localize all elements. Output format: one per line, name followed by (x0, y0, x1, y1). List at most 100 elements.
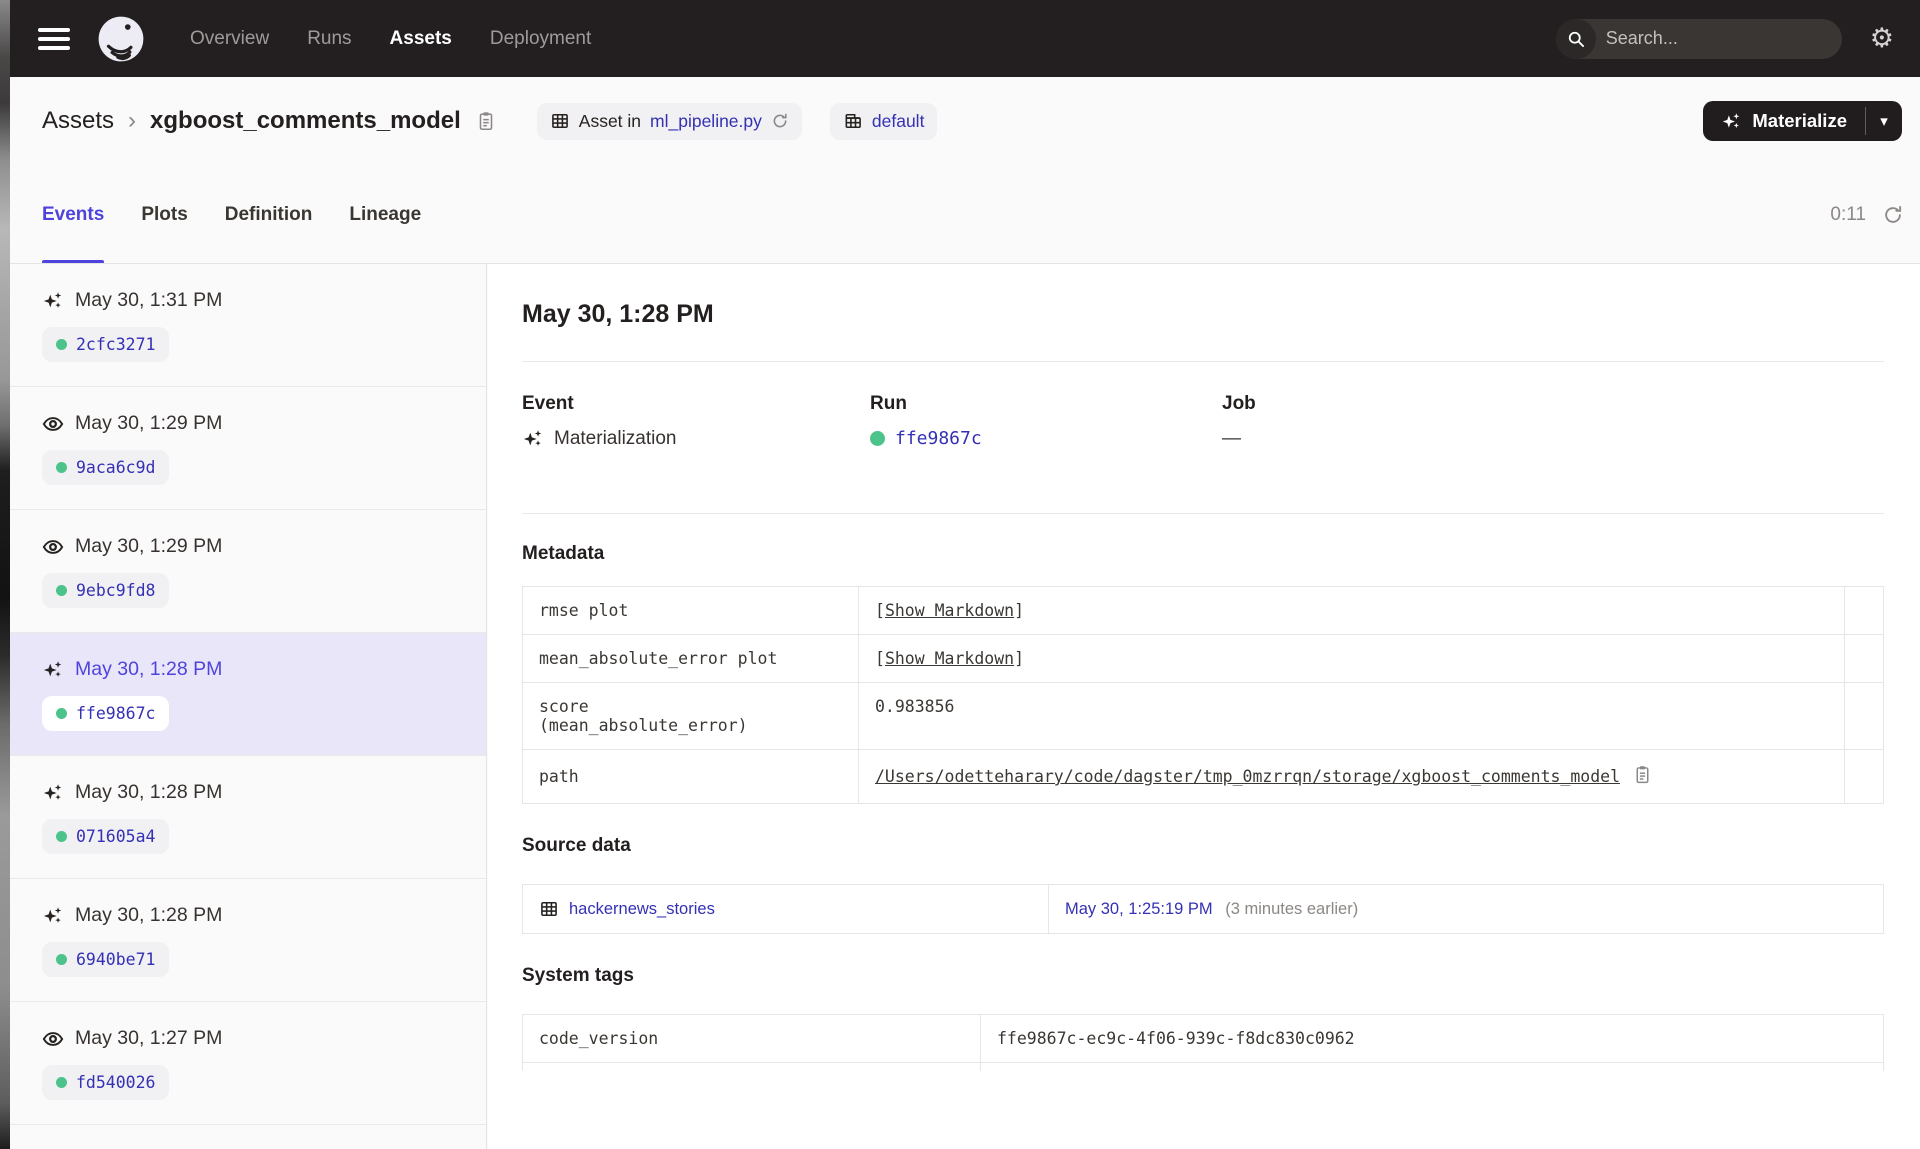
table-row: score (mean_absolute_error) 0.983856 (522, 682, 1884, 750)
run-id: 2cfc3271 (76, 335, 156, 354)
tab-plots[interactable]: Plots (141, 165, 187, 264)
table-row: mean_absolute_error plot [Show Markdown] (522, 634, 1884, 683)
run-id-badge[interactable]: 6940be71 (42, 942, 170, 977)
dagster-logo-icon[interactable] (96, 14, 146, 64)
run-id: ffe9867c (76, 704, 156, 723)
eye-icon (42, 539, 64, 554)
event-list-item[interactable]: May 30, 1:28 PM 6940be71 (10, 879, 486, 1002)
asset-location-badge[interactable]: Asset in ml_pipeline.py (536, 102, 802, 140)
run-id-badge[interactable]: 9ebc9fd8 (42, 573, 170, 608)
asset-location-prefix: Asset in (578, 110, 642, 131)
run-status-dot (56, 1077, 67, 1088)
eye-icon (42, 1031, 64, 1046)
metadata-table: rmse plot [Show Markdown] mean_absolute_… (522, 586, 1884, 804)
show-markdown-link[interactable]: Show Markdown (885, 601, 1014, 620)
table-row: path /Users/odetteharary/code/dagster/tm… (522, 749, 1884, 804)
repo-table-icon (845, 113, 861, 129)
event-timestamp: May 30, 1:28 PM (75, 781, 223, 803)
code-location-badge[interactable]: default (829, 102, 938, 140)
event-list-item[interactable]: May 30, 1:28 PM ffe9867c (10, 633, 486, 756)
event-list-item[interactable]: May 30, 1:29 PM 9aca6c9d (10, 387, 486, 510)
run-id: 6940be71 (76, 950, 156, 969)
run-id-badge[interactable]: 2cfc3271 (42, 327, 170, 362)
sparkle-icon (43, 660, 62, 677)
event-list-item[interactable]: May 30, 1:29 PM 9ebc9fd8 (10, 510, 486, 633)
run-id-badge[interactable]: fd540026 (42, 1065, 170, 1100)
tab-lineage[interactable]: Lineage (349, 165, 421, 264)
nav-item-runs[interactable]: Runs (307, 28, 351, 50)
event-timestamp: May 30, 1:27 PM (75, 1027, 223, 1049)
tab-bar: Events Plots Definition Lineage (42, 165, 421, 264)
run-id: 071605a4 (76, 827, 156, 846)
run-status-dot (56, 708, 67, 719)
divider (522, 513, 1884, 514)
run-id-badge[interactable]: 9aca6c9d (42, 450, 170, 485)
show-markdown-link[interactable]: Show Markdown (885, 649, 1014, 668)
storage-path-link[interactable]: /Users/odetteharary/code/dagster/tmp_0mz… (875, 767, 1620, 786)
table-row: hackernews_stories May 30, 1:25:19 PM (3… (522, 884, 1884, 934)
code-location-link[interactable]: default (872, 111, 925, 132)
search-input[interactable] (1595, 28, 1842, 49)
run-status-dot (56, 831, 67, 842)
event-detail-panel: May 30, 1:28 PM Event Materialization Ru… (488, 264, 1920, 1149)
run-id: 9ebc9fd8 (76, 581, 156, 600)
run-status-dot (870, 431, 885, 446)
search-icon (1555, 18, 1596, 59)
metadata-key: rmse plot (522, 586, 859, 635)
system-tag-key: code_version (522, 1014, 981, 1063)
run-status-dot (56, 585, 67, 596)
run-id-link[interactable]: ffe9867c (895, 428, 982, 449)
event-list-item[interactable]: May 30, 1:31 PM 2cfc3271 (10, 264, 486, 387)
metadata-key: path (522, 749, 859, 804)
top-nav: Overview Runs Assets Deployment / ⚙ (0, 0, 1920, 77)
breadcrumb-separator: › (128, 107, 137, 134)
tab-definition[interactable]: Definition (225, 165, 313, 264)
event-timestamp: May 30, 1:28 PM (75, 658, 223, 680)
event-list-item[interactable]: May 30, 1:27 PM fd540026 (10, 1002, 486, 1125)
run-status-dot (56, 954, 67, 965)
nav-item-deployment[interactable]: Deployment (490, 28, 591, 50)
materialize-dropdown-button[interactable]: ▾ (1866, 101, 1902, 141)
metadata-key: mean_absolute_error plot (522, 634, 859, 683)
table-row: code_version ffe9867c-ec9c-4f06-939c-f8d… (522, 1014, 1884, 1063)
event-timestamp: May 30, 1:29 PM (75, 412, 223, 434)
metadata-section-title: Metadata (522, 543, 605, 564)
materialize-button[interactable]: Materialize (1703, 101, 1865, 141)
nav-links: Overview Runs Assets Deployment (190, 28, 591, 50)
table-icon (541, 901, 557, 917)
run-id-badge[interactable]: 071605a4 (42, 819, 170, 854)
settings-gear-icon[interactable]: ⚙ (1870, 25, 1894, 52)
page-title: xgboost_comments_model (150, 107, 461, 134)
tab-events[interactable]: Events (42, 165, 105, 264)
source-relative-time: (3 minutes earlier) (1225, 899, 1359, 918)
nav-item-overview[interactable]: Overview (190, 28, 269, 50)
menu-icon[interactable] (38, 27, 70, 50)
source-timestamp-link[interactable]: May 30, 1:25:19 PM (1065, 900, 1213, 918)
source-asset-link[interactable]: hackernews_stories (539, 899, 1032, 919)
search-bar[interactable]: / (1555, 18, 1842, 59)
system-tags-table: code_version ffe9867c-ec9c-4f06-939c-f8d… (522, 1014, 1884, 1071)
copy-asset-name-icon[interactable] (475, 110, 497, 132)
run-status-dot (56, 339, 67, 350)
materialize-split-button: Materialize ▾ (1703, 101, 1902, 141)
refresh-icon[interactable] (1882, 204, 1904, 226)
divider (522, 361, 1884, 362)
event-timestamp: May 30, 1:28 PM (75, 904, 223, 926)
table-row (522, 1062, 1884, 1071)
reload-location-icon[interactable] (771, 112, 789, 130)
event-run-job-row: Event Materialization Run ffe9867c Job — (522, 393, 1884, 450)
nav-item-assets[interactable]: Assets (390, 28, 452, 50)
background-window-edge (0, 0, 10, 1149)
copy-path-icon[interactable] (1632, 764, 1653, 789)
system-tags-section-title: System tags (522, 965, 634, 986)
job-column-header: Job (1222, 393, 1256, 414)
breadcrumb-assets-link[interactable]: Assets (42, 107, 114, 135)
run-status-dot (56, 462, 67, 473)
metadata-value: 0.983856 (875, 697, 955, 716)
metadata-key: score (mean_absolute_error) (522, 682, 859, 750)
eye-icon (42, 416, 64, 431)
bracket: [ (875, 649, 885, 668)
run-id-badge[interactable]: ffe9867c (42, 696, 170, 731)
asset-module-link[interactable]: ml_pipeline.py (650, 111, 762, 132)
event-list-item[interactable]: May 30, 1:28 PM 071605a4 (10, 756, 486, 879)
